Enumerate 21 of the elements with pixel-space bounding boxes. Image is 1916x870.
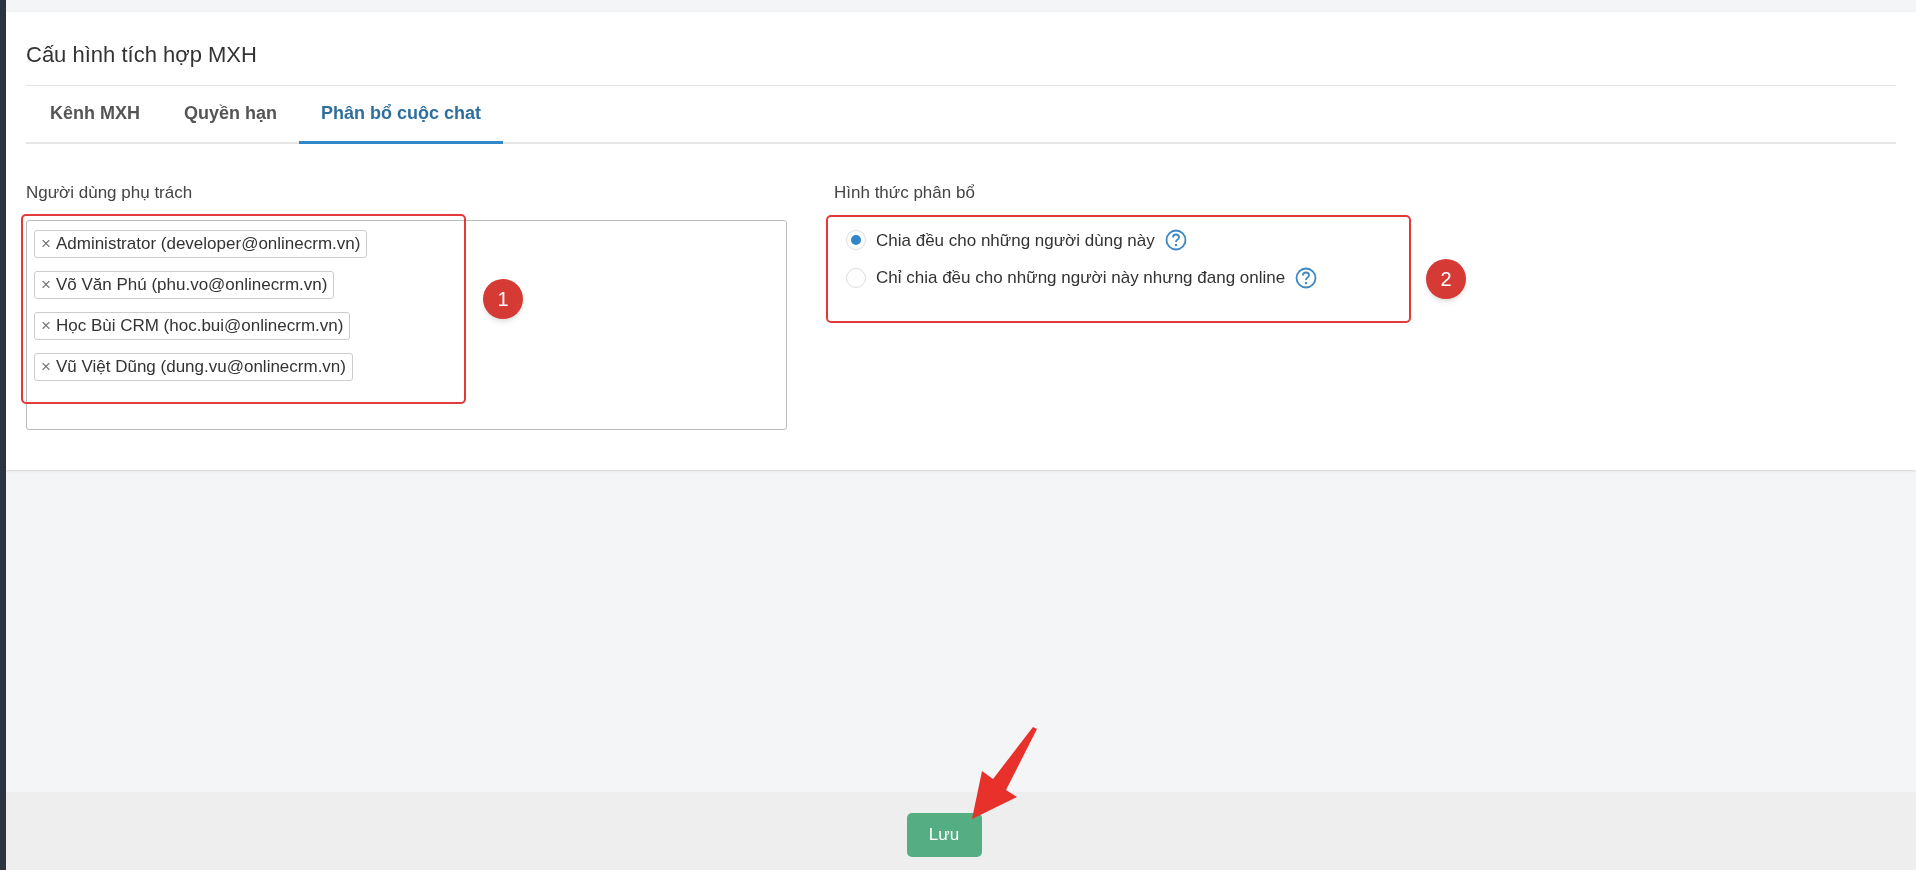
field-label: Hình thức phân bổ: [834, 182, 976, 204]
radio-label: Chỉ chia đều cho những người này nhưng đang online: [876, 267, 1286, 289]
tab[interactable]: Kênh MXH: [28, 86, 162, 144]
radio-button[interactable]: [846, 230, 866, 251]
remove-tag-button[interactable]: ×: [41, 271, 51, 298]
tab[interactable]: Phân bổ cuộc chat: [299, 86, 504, 144]
remove-tag-button[interactable]: ×: [41, 353, 51, 380]
tab[interactable]: Quyền hạn: [162, 86, 299, 144]
help-icon[interactable]: [1295, 266, 1318, 289]
help-icon[interactable]: [1164, 229, 1187, 252]
radio-button[interactable]: [846, 267, 866, 288]
save-button[interactable]: Lưu: [906, 813, 982, 857]
radio-label: Chia đều cho những người dùng này: [876, 229, 1155, 252]
remove-tag-button[interactable]: ×: [41, 312, 51, 339]
remove-tag-button[interactable]: ×: [41, 230, 51, 257]
page-title: Cấu hình tích hợp MXH: [26, 12, 1896, 86]
field-label: Người dùng phụ trách: [26, 182, 194, 204]
tag-label: Võ Văn Phú (phu.vo@onlinecrm.vn): [55, 273, 328, 296]
tag-label: Vũ Việt Dũng (dung.vu@onlinecrm.vn): [55, 355, 346, 378]
tag-label: Administrator (developer@onlinecrm.vn): [55, 232, 361, 255]
tag-label: Học Bùi CRM (hoc.bui@onlinecrm.vn): [55, 314, 344, 337]
